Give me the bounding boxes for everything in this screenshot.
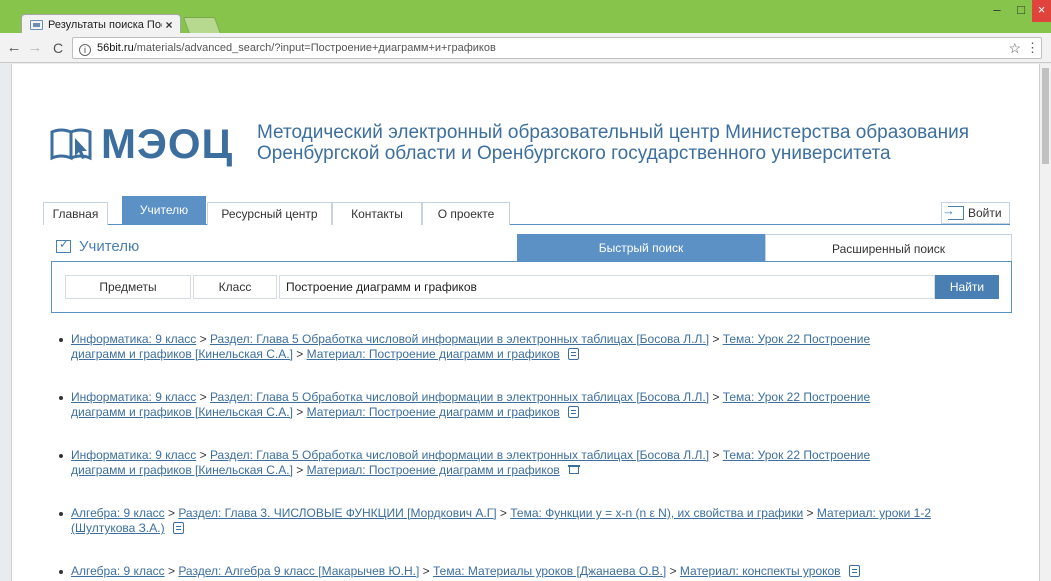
breadcrumb-separator: > (292, 463, 307, 477)
tab-advanced-search[interactable]: Расширенный поиск (765, 234, 1012, 262)
reload-icon[interactable]: C (49, 39, 67, 57)
address-bar[interactable]: i 56bit.ru/materials/advanced_search/?inp… (72, 37, 1042, 59)
main-navigation: Главная Учителю Ресурсный центр Контакты… (43, 196, 1010, 225)
nav-item-contacts[interactable]: Контакты (332, 202, 422, 225)
url-host: 56bit.ru (97, 42, 134, 54)
bookmark-star-icon[interactable]: ☆ (1008, 38, 1021, 58)
list-item: Информатика: 9 класс > Раздел: Глава 5 О… (59, 390, 1019, 420)
site-logo[interactable]: МЭОЦ (49, 119, 233, 169)
document-icon[interactable] (848, 565, 860, 577)
topic-link[interactable]: диаграмм и графиков [Кинельская С.А.] (71, 405, 293, 419)
material-link[interactable]: (Шултукова З.А.) (71, 521, 165, 535)
nav-item-home[interactable]: Главная (43, 202, 108, 225)
list-item: Информатика: 9 класс > Раздел: Глава 5 О… (59, 448, 1019, 478)
list-item: Алгебра: 9 класс > Раздел: Алгебра 9 кла… (59, 564, 1019, 579)
section-link[interactable]: Раздел: Глава 5 Обработка числовой инфор… (210, 332, 709, 346)
breadcrumb-separator: > (196, 332, 210, 346)
open-book-cursor-icon (49, 124, 95, 164)
section-link[interactable]: Раздел: Глава 5 Обработка числовой инфор… (210, 448, 709, 462)
topic-link[interactable]: Тема: Урок 22 Построение (723, 448, 870, 462)
presentation-icon[interactable] (567, 465, 580, 476)
topic-link[interactable]: Тема: Урок 22 Построение (723, 390, 870, 404)
nav-item-about[interactable]: О проекте (422, 202, 510, 225)
login-button[interactable]: Войти (941, 202, 1010, 224)
material-link[interactable]: Материал: Построение диаграмм и графиков (307, 463, 560, 477)
breadcrumb-separator: > (803, 506, 817, 520)
material-link[interactable]: Материал: Построение диаграмм и графиков (307, 347, 560, 361)
subject-link[interactable]: Информатика: 9 класс (71, 332, 196, 346)
browser-titlebar: Результаты поиска Пос × – □ × (0, 0, 1051, 35)
subject-link[interactable]: Алгебра: 9 класс (71, 506, 165, 520)
document-icon[interactable] (567, 406, 579, 418)
login-icon (942, 203, 964, 220)
tab-close-icon[interactable]: × (162, 18, 176, 32)
subjects-dropdown[interactable]: Предметы (65, 275, 191, 299)
section-link[interactable]: Раздел: Глава 3. ЧИСЛОВЫЕ ФУНКЦИИ [Мордк… (178, 506, 496, 520)
subject-link[interactable]: Информатика: 9 класс (71, 448, 196, 462)
topic-link[interactable]: Тема: Урок 22 Построение (723, 332, 870, 346)
topic-link[interactable]: диаграмм и графиков [Кинельская С.А.] (71, 347, 293, 361)
breadcrumb-separator: > (292, 347, 307, 361)
topic-link[interactable]: Тема: Материалы уроков [Джанаева О.В.] (433, 564, 666, 578)
site-title-line: Методический электронный образовательный… (257, 122, 969, 143)
breadcrumb-separator: > (196, 448, 210, 462)
document-icon[interactable] (567, 348, 579, 360)
logo-text: МЭОЦ (101, 120, 234, 167)
material-link[interactable]: Материал: конспекты уроков (680, 564, 841, 578)
tab-fast-search[interactable]: Быстрый поиск (517, 234, 765, 262)
forward-arrow-icon[interactable]: → (26, 39, 44, 57)
search-results: Информатика: 9 класс > Раздел: Глава 5 О… (59, 332, 1019, 581)
site-title: Методический электронный образовательный… (257, 122, 969, 164)
material-link[interactable]: Материал: уроки 1-2 (817, 506, 931, 520)
breadcrumb-separator: > (419, 564, 433, 578)
scrollbar-thumb[interactable] (1042, 68, 1049, 164)
web-page: МЭОЦ Методический электронный образовате… (11, 64, 1040, 581)
page-scrollbar[interactable] (1040, 64, 1051, 581)
nav-item-teacher[interactable]: Учителю (122, 196, 206, 225)
favicon-icon (30, 20, 43, 30)
maximize-icon[interactable]: □ (1010, 0, 1032, 22)
info-icon[interactable]: i (79, 44, 91, 56)
back-arrow-icon[interactable]: ← (5, 39, 23, 57)
site-title-line: Оренбургской области и Оренбургского гос… (257, 143, 891, 164)
breadcrumb-separator: > (196, 390, 210, 404)
breadcrumb-separator: > (164, 506, 179, 520)
browser-tab[interactable]: Результаты поиска Пос × (21, 14, 181, 35)
section-title: Учителю (79, 238, 140, 255)
list-item: Алгебра: 9 класс > Раздел: Глава 3. ЧИСЛ… (59, 506, 1019, 536)
minimize-icon[interactable]: – (984, 0, 1010, 22)
list-item: Информатика: 9 класс > Раздел: Глава 5 О… (59, 332, 1019, 362)
breadcrumb-separator: > (292, 405, 307, 419)
browser-menu-icon[interactable]: ⋮ (1026, 38, 1039, 58)
browser-toolbar: ← → C i 56bit.ru/materials/advanced_searc… (0, 33, 1051, 63)
breadcrumb-separator: > (164, 564, 179, 578)
new-tab-button[interactable] (182, 17, 222, 34)
subject-link[interactable]: Алгебра: 9 класс (71, 564, 165, 578)
search-input[interactable]: Построение диаграмм и графиков (279, 275, 935, 299)
material-link[interactable]: Материал: Построение диаграмм и графиков (307, 405, 560, 419)
close-window-icon[interactable]: × (1032, 0, 1051, 22)
nav-item-resource-center[interactable]: Ресурсный центр (207, 202, 332, 225)
checklist-icon (56, 237, 71, 253)
find-button[interactable]: Найти (935, 275, 999, 299)
breadcrumb-separator: > (496, 506, 511, 520)
breadcrumb-separator: > (709, 390, 723, 404)
section-link[interactable]: Раздел: Глава 5 Обработка числовой инфор… (210, 390, 709, 404)
url-path: /materials/advanced_search/?input=Постро… (133, 42, 496, 54)
class-dropdown[interactable]: Класс (193, 275, 277, 299)
document-icon[interactable] (172, 522, 184, 534)
topic-link[interactable]: диаграмм и графиков [Кинельская С.А.] (71, 463, 293, 477)
section-link[interactable]: Раздел: Алгебра 9 класс [Макарычев Ю.Н.] (178, 564, 419, 578)
breadcrumb-separator: > (709, 448, 723, 462)
section-heading: Учителю (56, 237, 140, 255)
tab-title: Результаты поиска Пос (48, 19, 162, 31)
breadcrumb-separator: > (709, 332, 723, 346)
topic-link[interactable]: Тема: Функции y = x-n (n ε N), их свойст… (510, 506, 803, 520)
breadcrumb-separator: > (666, 564, 680, 578)
search-tabs: Быстрый поиск Расширенный поиск (517, 234, 1012, 262)
login-label: Войти (968, 206, 1002, 220)
subject-link[interactable]: Информатика: 9 класс (71, 390, 196, 404)
